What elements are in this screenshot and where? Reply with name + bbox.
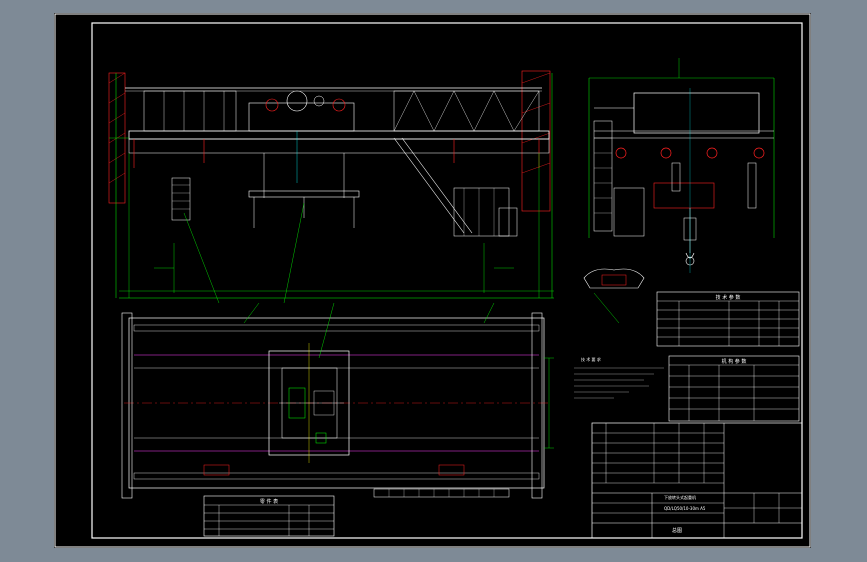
mech-table-title: 机 构 参 数 [722, 358, 747, 365]
plan-view [121, 302, 554, 499]
cad-drawing-svg: 零 件 表 技 术 要 求 技 术 参 数 机 构 参 数 下放转头式起重机 Q… [54, 13, 811, 548]
cad-drawing-canvas: 零 件 表 技 术 要 求 技 术 参 数 机 构 参 数 下放转头式起重机 Q… [54, 13, 811, 548]
mech-table: 机 构 参 数 [668, 355, 800, 422]
front-elevation-view [108, 70, 554, 304]
inner-frame [91, 22, 803, 539]
tech-requirements: 技 术 要 求 [574, 356, 664, 399]
parts-table-title: 零 件 表 [260, 498, 278, 505]
params-table: 技 术 参 数 [656, 291, 800, 347]
drawing-name: 下放转头式起重机 [664, 494, 696, 500]
drawing-type: 总图 [672, 527, 682, 534]
side-elevation-view [583, 58, 775, 324]
tech-requirements-heading: 技 术 要 求 [581, 356, 601, 362]
parts-table: 零 件 表 [203, 495, 335, 537]
drawing-spec: QD/LQ50/10-30m A5 [664, 506, 706, 511]
params-table-title: 技 术 参 数 [716, 294, 741, 301]
outer-frame [54, 13, 811, 548]
title-block: 下放转头式起重机 QD/LQ50/10-30m A5 总图 [591, 422, 803, 539]
